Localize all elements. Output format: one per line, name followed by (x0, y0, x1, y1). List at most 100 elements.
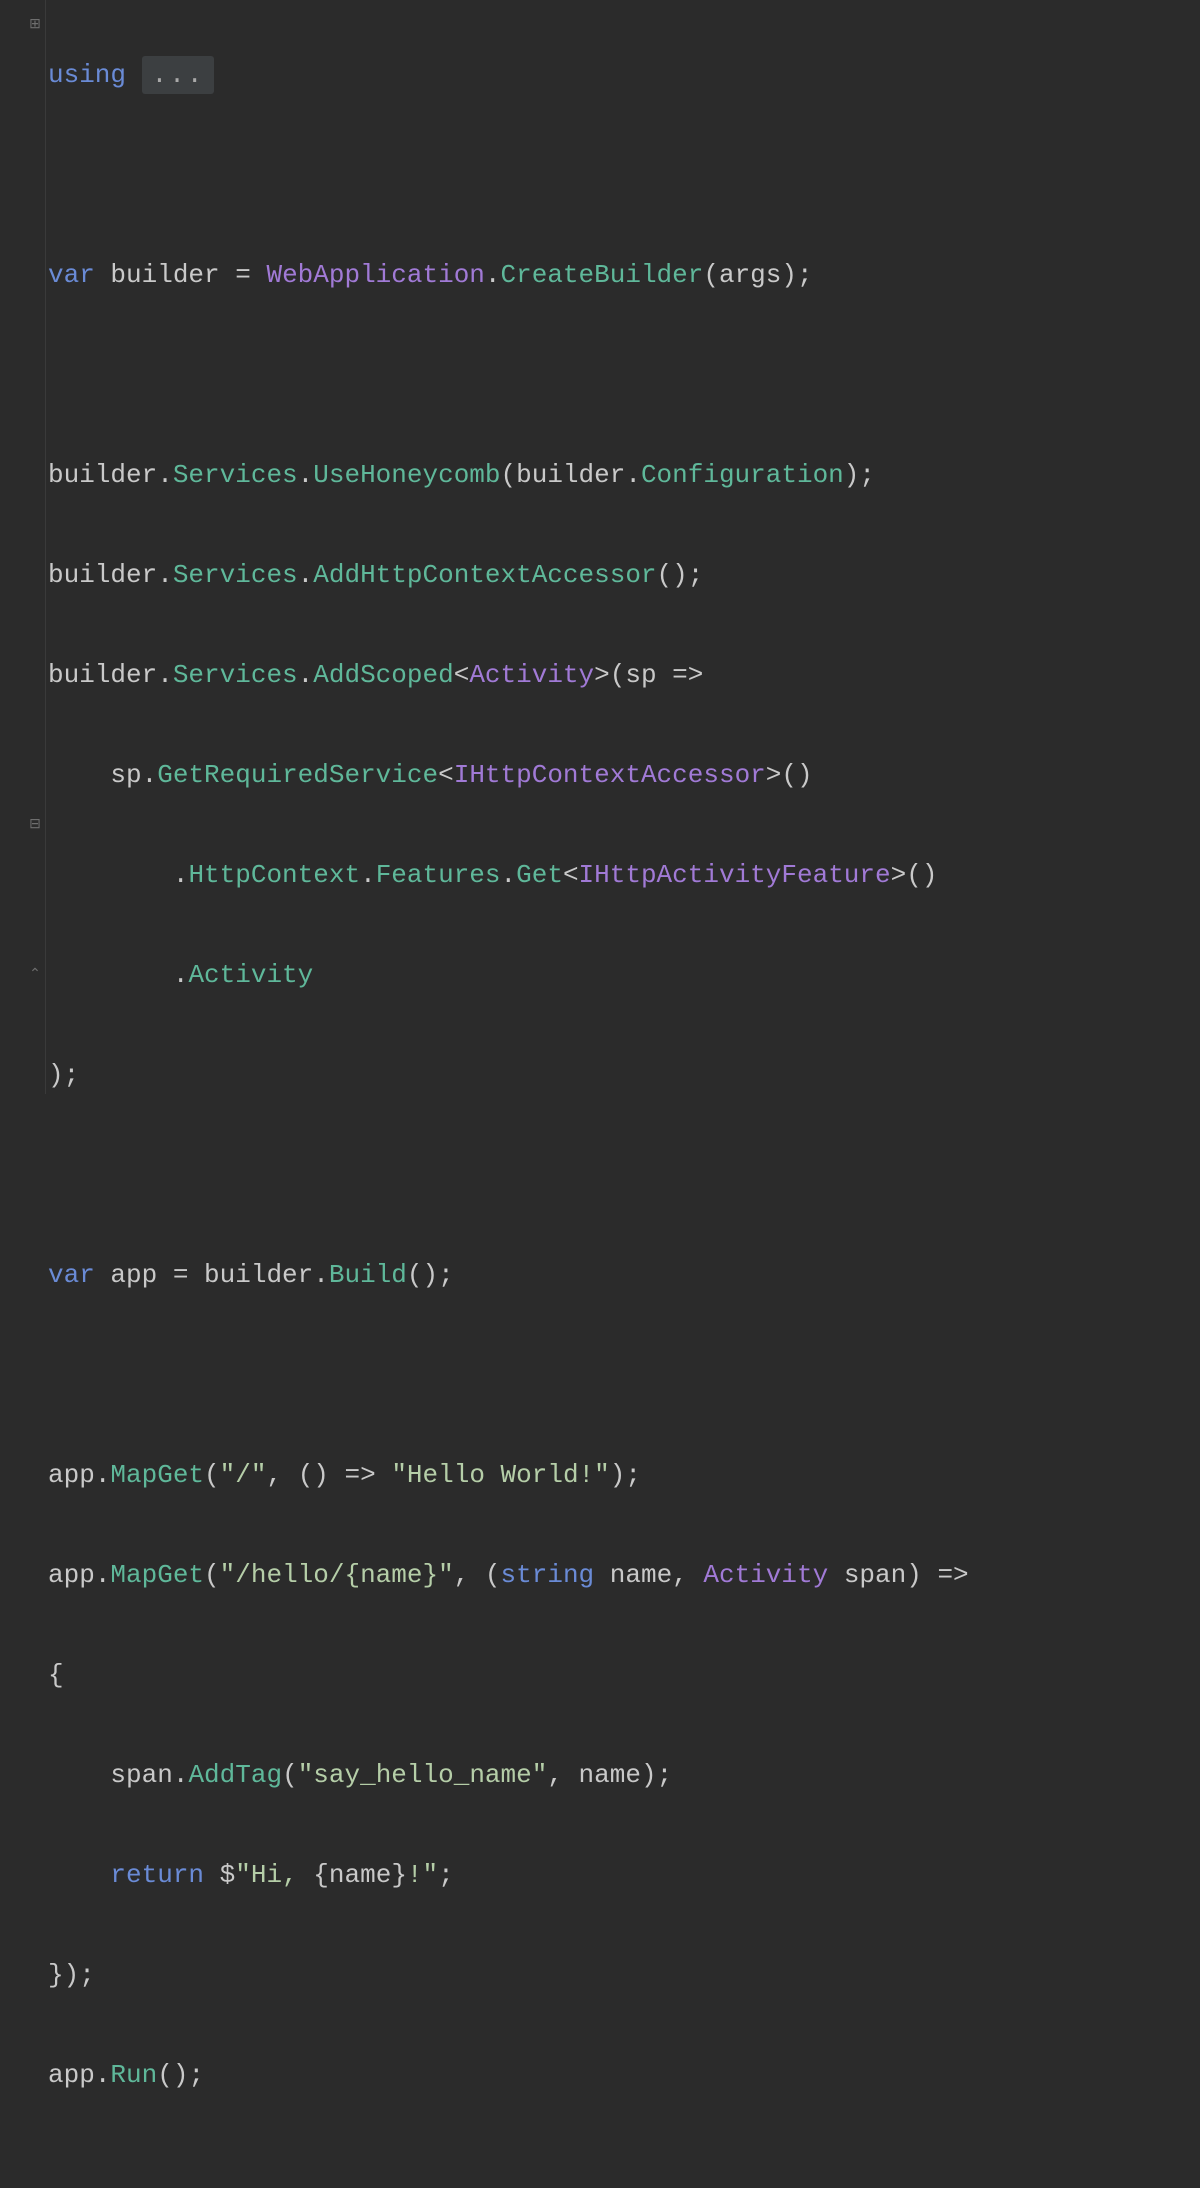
lt: < (563, 860, 579, 890)
type: Activity (703, 1560, 828, 1590)
semi: ; (79, 1960, 95, 1990)
code-line[interactable]: using ... (48, 50, 969, 100)
rparen: ) (844, 460, 860, 490)
semi: ; (657, 1760, 673, 1790)
rparen: ) (781, 260, 797, 290)
text (188, 1260, 204, 1290)
dot: . (298, 560, 314, 590)
code-area[interactable]: using ... var builder = WebApplication.C… (46, 0, 969, 1094)
dot: . (95, 2060, 111, 2090)
op-eq: = (235, 260, 251, 290)
code-line[interactable]: .Activity (48, 950, 969, 1000)
comma: , (672, 1560, 703, 1590)
code-line[interactable] (48, 1150, 969, 1200)
fold-expand-icon[interactable]: ⊞ (28, 18, 42, 32)
identifier: builder (95, 260, 235, 290)
code-line[interactable] (48, 1350, 969, 1400)
string: "/" (220, 1460, 267, 1490)
indent (48, 1860, 110, 1890)
dot: . (157, 460, 173, 490)
identifier: app (95, 1260, 173, 1290)
identifier: app (48, 1560, 95, 1590)
identifier: app (48, 1460, 95, 1490)
comma: , (266, 1460, 297, 1490)
dollar: $ (204, 1860, 235, 1890)
code-line[interactable]: builder.Services.UseHoneycomb(builder.Co… (48, 450, 969, 500)
code-line[interactable]: return $"Hi, {name}!"; (48, 1850, 969, 1900)
dot: . (95, 1460, 111, 1490)
semi: ; (797, 260, 813, 290)
identifier: sp (110, 760, 141, 790)
code-line[interactable]: builder.Services.AddScoped<Activity>(sp … (48, 650, 969, 700)
dot: . (313, 1260, 329, 1290)
method: AddScoped (313, 660, 453, 690)
property: Services (173, 560, 298, 590)
method: CreateBuilder (501, 260, 704, 290)
string: "say_hello_name" (298, 1760, 548, 1790)
identifier: builder (204, 1260, 313, 1290)
code-line[interactable]: app.Run(); (48, 2050, 969, 2100)
interp-open: { (313, 1860, 329, 1890)
gt: > (766, 760, 782, 790)
keyword-var: var (48, 260, 95, 290)
identifier: name (594, 1560, 672, 1590)
code-line[interactable]: app.MapGet("/", () => "Hello World!"); (48, 1450, 969, 1500)
comma: , (547, 1760, 578, 1790)
property: HttpContext (188, 860, 360, 890)
method: Build (329, 1260, 407, 1290)
parens: () (657, 560, 688, 590)
rparen: ) (610, 1460, 626, 1490)
code-line[interactable]: var app = builder.Build(); (48, 1250, 969, 1300)
code-line[interactable]: var builder = WebApplication.CreateBuild… (48, 250, 969, 300)
lparen: ( (204, 1560, 220, 1590)
code-line[interactable]: { (48, 1650, 969, 1700)
type: Activity (469, 660, 594, 690)
code-line[interactable]: ); (48, 1050, 969, 1100)
semi: ; (438, 1260, 454, 1290)
method: Get (516, 860, 563, 890)
identifier: name (329, 1860, 391, 1890)
folded-badge[interactable]: ... (142, 56, 215, 94)
identifier: app (48, 2060, 95, 2090)
parens: () (298, 1460, 329, 1490)
dot: . (485, 260, 501, 290)
dot: . (173, 860, 189, 890)
code-editor[interactable]: ⊞ ⊟ ⌃ using ... var builder = WebApplica… (0, 0, 1200, 1094)
keyword-var: var (48, 1260, 95, 1290)
identifier: builder (516, 460, 625, 490)
fold-collapse-icon[interactable]: ⊟ (28, 818, 42, 832)
code-line[interactable]: }); (48, 1950, 969, 2000)
fold-end-icon[interactable]: ⌃ (28, 968, 42, 982)
lparen: ( (282, 1760, 298, 1790)
arrow: => (922, 1560, 969, 1590)
lt: < (438, 760, 454, 790)
string: "/hello/{name}" (220, 1560, 454, 1590)
parens: () (157, 2060, 188, 2090)
dot: . (173, 960, 189, 990)
code-line[interactable]: .HttpContext.Features.Get<IHttpActivityF… (48, 850, 969, 900)
code-line[interactable]: app.MapGet("/hello/{name}", (string name… (48, 1550, 969, 1600)
identifier: sp (625, 660, 656, 690)
method: GetRequiredService (157, 760, 438, 790)
identifier: builder (48, 560, 157, 590)
code-line[interactable] (48, 350, 969, 400)
code-line[interactable]: span.AddTag("say_hello_name", name); (48, 1750, 969, 1800)
identifier: span (110, 1760, 172, 1790)
text (126, 60, 142, 90)
op-eq: = (173, 1260, 189, 1290)
text (251, 260, 267, 290)
string: "Hi, (235, 1860, 313, 1890)
code-line[interactable]: sp.GetRequiredService<IHttpContextAccess… (48, 750, 969, 800)
lt: < (454, 660, 470, 690)
parens: () (781, 760, 812, 790)
rbrace: } (48, 1960, 64, 1990)
method: MapGet (110, 1460, 204, 1490)
identifier: builder (48, 460, 157, 490)
code-line[interactable]: builder.Services.AddHttpContextAccessor(… (48, 550, 969, 600)
type: IHttpContextAccessor (454, 760, 766, 790)
lparen: ( (703, 260, 719, 290)
semi: ; (438, 1860, 454, 1890)
code-line[interactable] (48, 150, 969, 200)
type: WebApplication (266, 260, 484, 290)
identifier: builder (48, 660, 157, 690)
